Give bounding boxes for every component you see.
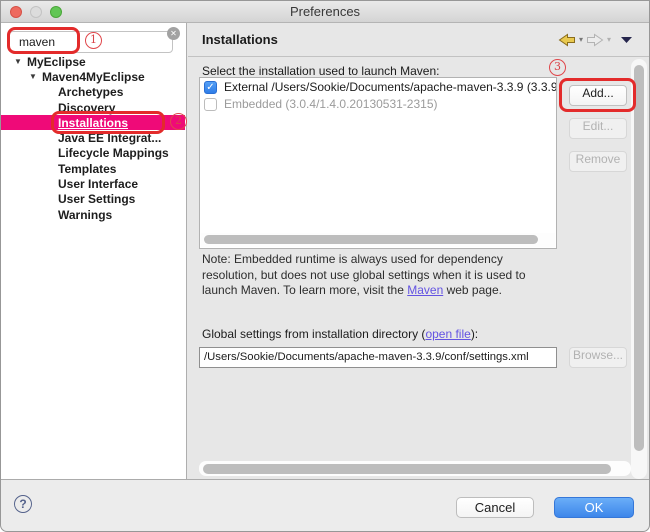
tree-item-user-settings[interactable]: User Settings bbox=[1, 192, 185, 207]
list-item-embedded-maven[interactable]: Embedded (3.0.4/1.4.0.20130531-2315) bbox=[200, 95, 556, 112]
add-button[interactable]: Add... bbox=[569, 85, 627, 106]
ok-button[interactable]: OK bbox=[554, 497, 634, 518]
pane-header: Installations ▾ ▾ bbox=[188, 23, 649, 57]
tree-item-myeclipse[interactable]: ▼ MyEclipse bbox=[1, 54, 185, 69]
tree-item-java-ee-integration[interactable]: Java EE Integrat... bbox=[1, 130, 185, 145]
tree-item-archetypes[interactable]: Archetypes bbox=[1, 85, 185, 100]
tree-item-warnings[interactable]: Warnings bbox=[1, 207, 185, 222]
maven-web-link[interactable]: Maven bbox=[407, 283, 443, 297]
installations-list[interactable]: ✓ External /Users/Sookie/Documents/apach… bbox=[199, 77, 557, 249]
scrollbar-thumb[interactable] bbox=[634, 65, 644, 451]
open-file-link[interactable]: open file bbox=[425, 327, 470, 341]
forward-history-dropdown-icon[interactable]: ▾ bbox=[607, 35, 611, 44]
pane-vertical-scrollbar[interactable] bbox=[631, 59, 647, 479]
pane-horizontal-scrollbar[interactable] bbox=[199, 461, 631, 476]
zoom-window-button[interactable] bbox=[50, 6, 62, 18]
global-settings-label: Global settings from installation direct… bbox=[202, 327, 478, 341]
help-button[interactable]: ? bbox=[14, 495, 32, 513]
scrollbar-thumb[interactable] bbox=[204, 235, 538, 244]
edit-button: Edit... bbox=[569, 118, 627, 139]
preferences-window: Preferences maven ✕ ▼ MyEclipse ▼ Maven4… bbox=[0, 0, 650, 532]
unchecked-checkbox[interactable] bbox=[204, 98, 217, 111]
checked-checkbox[interactable]: ✓ bbox=[204, 81, 217, 94]
list-horizontal-scrollbar[interactable] bbox=[201, 233, 555, 247]
select-installation-label: Select the installation used to launch M… bbox=[202, 64, 439, 78]
tree-item-user-interface[interactable]: User Interface bbox=[1, 176, 185, 191]
tree-item-templates[interactable]: Templates bbox=[1, 161, 185, 176]
close-window-button[interactable] bbox=[10, 6, 22, 18]
forward-arrow-icon[interactable] bbox=[586, 33, 604, 47]
clear-search-icon[interactable]: ✕ bbox=[167, 27, 180, 40]
title-bar: Preferences bbox=[1, 1, 649, 23]
installations-pane: Installations ▾ ▾ Select the installatio… bbox=[188, 23, 649, 479]
tree-item-maven4myeclipse[interactable]: ▼ Maven4MyEclipse bbox=[1, 69, 185, 84]
scrollbar-thumb[interactable] bbox=[203, 464, 611, 474]
list-item-external-maven[interactable]: ✓ External /Users/Sookie/Documents/apach… bbox=[200, 78, 556, 95]
filter-search-input[interactable]: maven bbox=[9, 31, 173, 53]
tree-item-installations[interactable]: Installations bbox=[1, 115, 185, 130]
expand-arrow-icon[interactable]: ▼ bbox=[29, 72, 42, 81]
expand-arrow-icon[interactable]: ▼ bbox=[14, 57, 27, 66]
minimize-window-button[interactable] bbox=[30, 6, 42, 18]
browse-button: Browse... bbox=[569, 347, 627, 368]
remove-button: Remove bbox=[569, 151, 627, 172]
dialog-footer: ? Cancel OK bbox=[1, 479, 649, 531]
cancel-button[interactable]: Cancel bbox=[456, 497, 534, 518]
tree-item-discovery[interactable]: Discovery bbox=[1, 100, 185, 115]
back-history-dropdown-icon[interactable]: ▾ bbox=[579, 35, 583, 44]
tree-item-lifecycle-mappings[interactable]: Lifecycle Mappings bbox=[1, 146, 185, 161]
embedded-runtime-note: Note: Embedded runtime is always used fo… bbox=[202, 252, 554, 299]
global-settings-path-input[interactable]: /Users/Sookie/Documents/apache-maven-3.3… bbox=[199, 347, 557, 368]
back-arrow-icon[interactable] bbox=[558, 33, 576, 47]
preferences-tree: ▼ MyEclipse ▼ Maven4MyEclipse Archetypes… bbox=[1, 54, 185, 222]
view-menu-icon[interactable] bbox=[620, 36, 633, 44]
pane-title: Installations bbox=[188, 32, 558, 47]
window-title: Preferences bbox=[1, 1, 649, 22]
preferences-sidebar: maven ✕ ▼ MyEclipse ▼ Maven4MyEclipse Ar… bbox=[1, 23, 187, 479]
